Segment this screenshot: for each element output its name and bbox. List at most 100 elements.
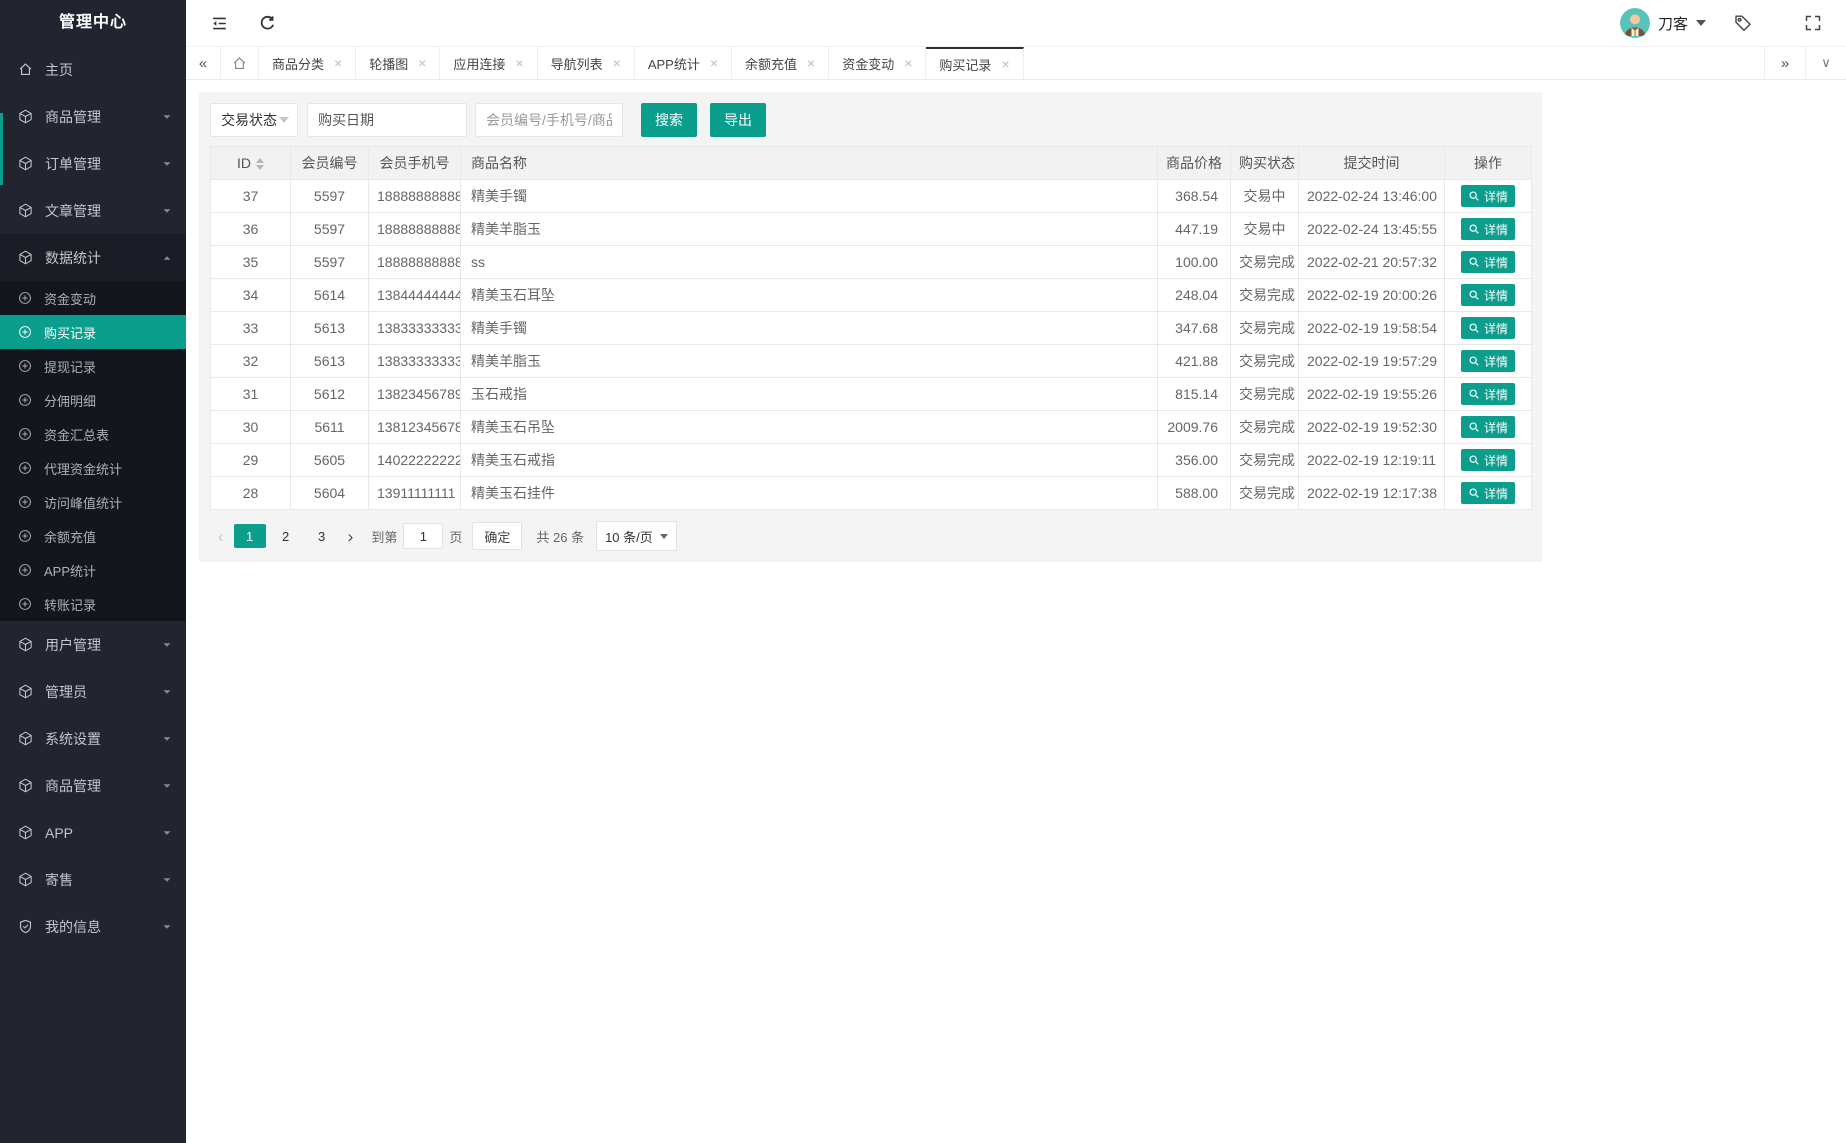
chevron-up-icon [162, 253, 172, 263]
detail-button[interactable]: 详情 [1460, 449, 1515, 471]
close-icon[interactable]: × [710, 56, 718, 70]
circle-plus-icon [18, 359, 32, 373]
sidebar-subitem[interactable]: 访问峰值统计 [0, 485, 186, 519]
purchase-date-input[interactable] [307, 103, 467, 137]
sidebar-item[interactable]: 数据统计 [0, 234, 186, 281]
detail-button[interactable]: 详情 [1460, 251, 1515, 273]
close-icon[interactable]: × [1001, 57, 1009, 71]
home-icon [18, 62, 33, 77]
close-icon[interactable]: × [515, 56, 523, 70]
cell-phone: 18888888888 [368, 245, 461, 279]
sidebar-item[interactable]: 用户管理 [0, 621, 186, 668]
sidebar-subitem[interactable]: 购买记录 [0, 315, 186, 349]
close-icon[interactable]: × [418, 56, 426, 70]
sidebar-item[interactable]: 管理员 [0, 668, 186, 715]
prev-page-icon[interactable]: ‹ [210, 528, 232, 545]
sidebar-subitem[interactable]: 分佣明细 [0, 383, 186, 417]
refresh-icon[interactable] [252, 8, 282, 38]
sidebar-subitem[interactable]: 代理资金统计 [0, 451, 186, 485]
collapse-sidebar-icon[interactable] [204, 8, 234, 38]
cell-time: 2022-02-19 12:17:38 [1298, 476, 1445, 510]
cell-member_no: 5612 [290, 377, 369, 411]
keyword-input[interactable] [475, 103, 623, 137]
tab[interactable]: 商品分类 × [259, 47, 357, 79]
tab-label: 余额充值 [745, 56, 798, 72]
detail-button[interactable]: 详情 [1460, 185, 1515, 207]
user-menu[interactable]: 刀客 [1619, 8, 1706, 38]
tab[interactable]: APP统计 × [635, 47, 733, 79]
cell-status: 交易完成 [1230, 476, 1299, 510]
table-row: 34 5614 13844444444 精美玉石耳坠 248.04 交易完成 2022-02… [210, 278, 1532, 312]
tabs-scroll-left[interactable]: « [186, 47, 221, 79]
cell-time: 2022-02-19 19:55:26 [1298, 377, 1445, 411]
sidebar-item[interactable]: APP [0, 809, 186, 856]
goto-page-input[interactable] [403, 523, 444, 549]
detail-button[interactable]: 详情 [1460, 350, 1515, 372]
sidebar-item-label: APP [45, 824, 74, 841]
sidebar-subitem-label: 购买记录 [44, 325, 97, 341]
sidebar-item[interactable]: 主页 [0, 46, 186, 93]
sort-icon[interactable] [256, 158, 264, 171]
close-icon[interactable]: × [613, 56, 621, 70]
tab[interactable]: 购买记录 × [926, 47, 1024, 79]
search-button[interactable]: 搜索 [641, 103, 697, 137]
tab-home[interactable] [221, 47, 259, 79]
tabs: 商品分类 × 轮播图 × 应用连接 × 导航列表 × APP统计 × 余额充值 × 资金变动 × 购买记录 × [259, 47, 1024, 79]
next-page-icon[interactable]: › [340, 528, 362, 545]
chevron-down-icon [162, 159, 172, 169]
tabs-scroll-right[interactable]: » [1764, 47, 1805, 79]
cell-phone: 13823456789 [368, 377, 461, 411]
sidebar-subitem[interactable]: 余额充值 [0, 519, 186, 553]
trade-status-select[interactable]: 交易状态 [210, 103, 298, 137]
sidebar-subitem[interactable]: APP统计 [0, 553, 186, 587]
cell-id: 29 [210, 443, 291, 477]
sidebar-item[interactable]: 商品管理 [0, 93, 186, 140]
sidebar-scrollbar-thumb[interactable] [0, 113, 3, 185]
sidebar-item[interactable]: 商品管理 [0, 762, 186, 809]
cube-icon [18, 778, 33, 793]
tab[interactable]: 资金变动 × [829, 47, 927, 79]
page-size-select[interactable]: 10 条/页 [596, 521, 677, 551]
sidebar-subitem[interactable]: 提现记录 [0, 349, 186, 383]
cell-price: 347.68 [1157, 311, 1231, 345]
sidebar-subitem[interactable]: 资金汇总表 [0, 417, 186, 451]
sidebar-item-label: 管理员 [45, 683, 87, 700]
detail-button[interactable]: 详情 [1460, 482, 1515, 504]
tab[interactable]: 应用连接 × [440, 47, 538, 79]
tab[interactable]: 余额充值 × [732, 47, 830, 79]
cube-icon [18, 825, 33, 840]
sidebar-subitem[interactable]: 转账记录 [0, 587, 186, 621]
close-icon[interactable]: × [904, 56, 912, 70]
detail-button[interactable]: 详情 [1460, 416, 1515, 438]
page-number[interactable]: 2 [270, 524, 302, 548]
sidebar-subitem[interactable]: 资金变动 [0, 281, 186, 315]
tab[interactable]: 轮播图 × [356, 47, 441, 79]
tab-label: APP统计 [647, 56, 700, 72]
confirm-button[interactable]: 确定 [472, 522, 523, 550]
sidebar-item[interactable]: 文章管理 [0, 187, 186, 234]
export-button[interactable]: 导出 [710, 103, 766, 137]
sidebar-item[interactable]: 我的信息 [0, 903, 186, 950]
page-number[interactable]: 1 [233, 524, 266, 548]
sidebar-item[interactable]: 寄售 [0, 856, 186, 903]
sidebar-item[interactable]: 订单管理 [0, 140, 186, 187]
close-icon[interactable]: × [807, 56, 815, 70]
sidebar-item-label: 数据统计 [45, 249, 101, 266]
tag-icon[interactable] [1728, 8, 1758, 38]
detail-button[interactable]: 详情 [1460, 317, 1515, 339]
cell-price: 2009.76 [1157, 410, 1231, 444]
cube-icon [18, 637, 33, 652]
cell-price: 588.00 [1157, 476, 1231, 510]
detail-button[interactable]: 详情 [1460, 383, 1515, 405]
sidebar-item[interactable]: 系统设置 [0, 715, 186, 762]
close-icon[interactable]: × [334, 56, 342, 70]
page-number[interactable]: 3 [306, 524, 338, 548]
tab[interactable]: 导航列表 × [538, 47, 635, 79]
fullscreen-icon[interactable] [1798, 8, 1828, 38]
detail-button[interactable]: 详情 [1460, 218, 1515, 240]
cell-member_no: 5597 [290, 212, 369, 246]
cell-time: 2022-02-19 19:57:29 [1298, 344, 1445, 378]
tabs-menu-icon[interactable]: ∨ [1805, 47, 1846, 79]
page-numbers: 123 [232, 524, 340, 548]
detail-button[interactable]: 详情 [1460, 284, 1515, 306]
